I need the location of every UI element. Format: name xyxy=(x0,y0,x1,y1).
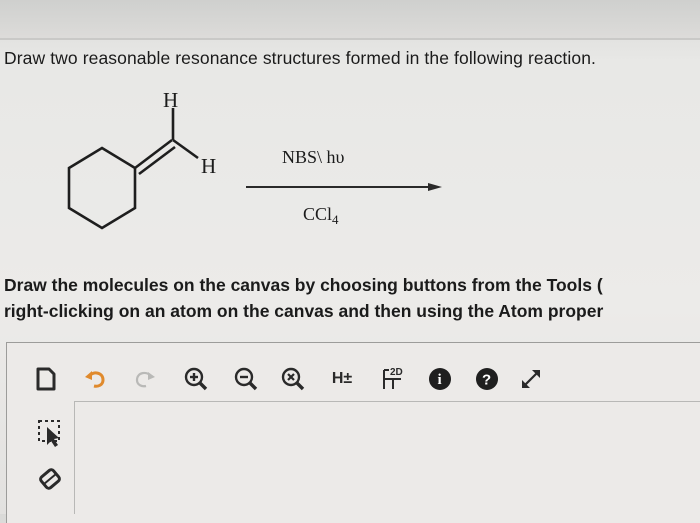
instructions-line-1: Draw the molecules on the canvas by choo… xyxy=(4,275,603,295)
zoom-reset-icon xyxy=(281,367,305,391)
clean-2d-icon: 2D xyxy=(383,367,403,389)
toolbar-divider xyxy=(74,401,700,402)
reagent-solvent-main: CCl xyxy=(303,204,332,224)
reaction-arrow-head xyxy=(428,183,442,191)
expand-button[interactable] xyxy=(516,362,546,396)
reaction-diagram: H H NBS\ hυ CCl4 xyxy=(67,88,442,230)
help-icon: ? xyxy=(476,368,498,390)
help-button[interactable]: ? xyxy=(474,362,500,396)
help-glyph: ? xyxy=(482,372,491,389)
info-glyph: i xyxy=(438,372,442,388)
redo-icon xyxy=(135,371,155,388)
redo-button[interactable] xyxy=(132,362,158,396)
lasso-select-button[interactable] xyxy=(36,418,64,453)
undo-button[interactable] xyxy=(82,362,108,396)
instructions: Draw the molecules on the canvas by choo… xyxy=(4,272,700,324)
expand-icon xyxy=(522,370,540,388)
zoom-out-icon xyxy=(234,367,258,391)
bond-to-right-h xyxy=(172,138,199,160)
zoom-reset-button[interactable] xyxy=(278,362,308,396)
instructions-line-2: right-clicking on an atom on the canvas … xyxy=(4,301,604,321)
undo-icon xyxy=(85,371,105,388)
hydrogen-toggle-label: H± xyxy=(331,370,353,387)
header-band xyxy=(0,0,700,40)
clean-2d-label: 2D xyxy=(390,367,403,378)
cyclohexane-ring xyxy=(67,146,137,230)
reaction-scheme: H H NBS\ hυ CCl4 xyxy=(0,80,480,245)
clean-2d-button[interactable]: 2D xyxy=(378,360,410,394)
new-document-button[interactable] xyxy=(32,362,60,396)
eraser-icon xyxy=(39,468,61,490)
zoom-out-button[interactable] xyxy=(231,362,261,396)
reagent-nbs-light: NBS\ hυ xyxy=(282,147,345,167)
side-toolbar-divider xyxy=(74,401,75,514)
info-icon: i xyxy=(429,368,451,390)
new-document-icon xyxy=(36,367,56,391)
lasso-select-icon xyxy=(38,420,60,447)
reagent-solvent-subscript: 4 xyxy=(332,212,339,227)
atom-h-top: H xyxy=(163,88,178,112)
hydrogen-toggle-button[interactable]: H± xyxy=(326,362,358,396)
zoom-in-icon xyxy=(184,367,208,391)
info-button[interactable]: i xyxy=(427,362,453,396)
atom-h-right: H xyxy=(201,154,216,178)
question-text: Draw two reasonable resonance structures… xyxy=(4,48,597,68)
reagent-solvent: CCl4 xyxy=(303,204,339,227)
zoom-in-button[interactable] xyxy=(181,362,211,396)
eraser-button[interactable] xyxy=(36,464,64,499)
header-divider xyxy=(0,38,700,40)
